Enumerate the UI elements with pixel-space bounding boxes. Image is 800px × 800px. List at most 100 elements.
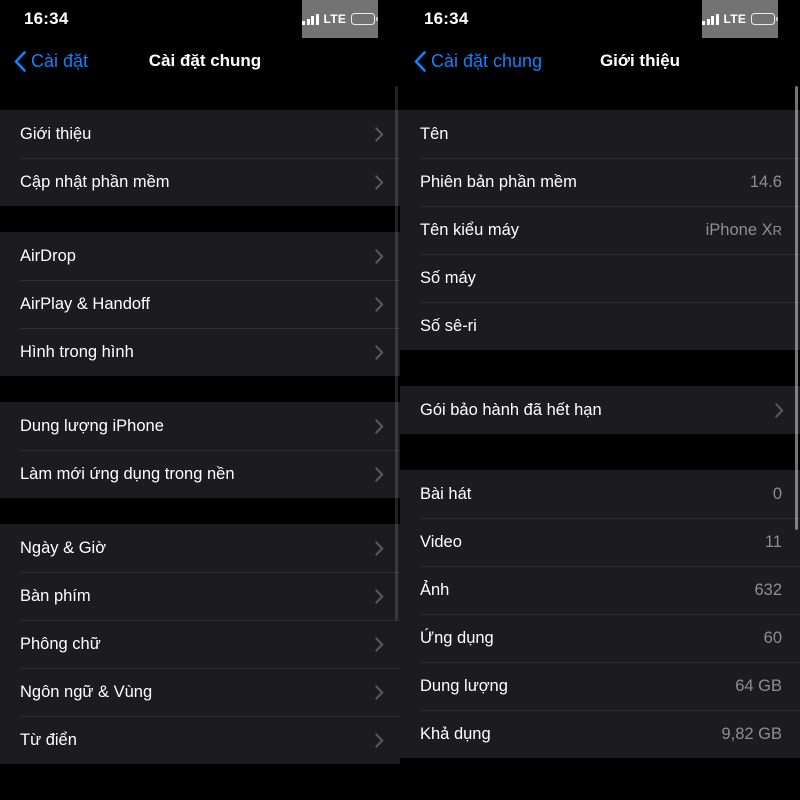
row-goi-bao-hanh-da-het-han[interactable]: Gói bảo hành đã hết hạn bbox=[400, 386, 800, 434]
chevron-right-icon bbox=[375, 540, 384, 556]
row-label: Khả dụng bbox=[420, 724, 491, 743]
row-video[interactable]: Video 11 bbox=[400, 518, 800, 566]
row-hinh-trong-hinh[interactable]: Hình trong hình bbox=[0, 328, 400, 376]
carrier-label: LTE bbox=[723, 12, 747, 26]
row-cap-nhat-phan-mem[interactable]: Cập nhật phần mềm bbox=[0, 158, 400, 206]
row-label: Làm mới ứng dụng trong nền bbox=[20, 464, 235, 483]
row-bai-hat[interactable]: Bài hát 0 bbox=[400, 470, 800, 518]
row-dung-luong[interactable]: Dung lượng 64 GB bbox=[400, 662, 800, 710]
row-label: Dung lượng iPhone bbox=[20, 416, 164, 435]
row-label: Số máy bbox=[420, 268, 476, 287]
section-gap bbox=[400, 84, 800, 110]
section-gap bbox=[0, 376, 400, 402]
battery-icon bbox=[751, 13, 778, 25]
back-button-label: Cài đặt bbox=[31, 50, 89, 71]
scroll-indicator-left[interactable] bbox=[395, 86, 398, 620]
row-ban-phim[interactable]: Bàn phím bbox=[0, 572, 400, 620]
row-value: 0 bbox=[772, 484, 782, 503]
row-label: Ứng dụng bbox=[420, 628, 494, 647]
row-lam-moi-ung-dung-trong-nen[interactable]: Làm mới ứng dụng trong nền bbox=[0, 450, 400, 498]
settings-group: AirDrop AirPlay & Handoff Hình trong hình bbox=[0, 232, 400, 376]
left-phone-screen: 16:34 LTE Cài đặt Cài đặt chung Giới thi… bbox=[0, 0, 400, 800]
chevron-right-icon bbox=[375, 296, 384, 312]
signal-bars-icon bbox=[702, 13, 719, 25]
row-phong-chu[interactable]: Phông chữ bbox=[0, 620, 400, 668]
row-ngon-ngu-vung[interactable]: Ngôn ngữ & Vùng bbox=[0, 668, 400, 716]
row-label: AirPlay & Handoff bbox=[20, 294, 150, 313]
row-so-se-ri[interactable]: Số sê-ri bbox=[400, 302, 800, 350]
row-label: Bàn phím bbox=[20, 586, 91, 605]
settings-group: Tên Phiên bản phần mềm 14.6 Tên kiểu máy iPh… bbox=[400, 110, 800, 350]
row-label: Bài hát bbox=[420, 484, 472, 503]
section-gap bbox=[0, 206, 400, 232]
row-label: Giới thiệu bbox=[20, 124, 92, 143]
chevron-right-icon bbox=[375, 636, 384, 652]
about-list-right: Tên Phiên bản phần mềm 14.6 Tên kiểu máy iPh… bbox=[400, 84, 800, 758]
row-anh[interactable]: Ảnh 632 bbox=[400, 566, 800, 614]
row-label: Ngày & Giờ bbox=[20, 538, 107, 557]
row-label: AirDrop bbox=[20, 246, 76, 265]
row-value: 14.6 bbox=[749, 172, 782, 191]
chevron-left-icon bbox=[414, 50, 426, 72]
status-bar-time: 16:34 bbox=[424, 9, 469, 28]
row-label: Hình trong hình bbox=[20, 342, 134, 361]
row-label: Dung lượng bbox=[420, 676, 508, 695]
status-bar-time: 16:34 bbox=[24, 9, 69, 28]
back-button-general-settings[interactable]: Cài đặt chung bbox=[414, 51, 542, 72]
row-label: Số sê-ri bbox=[420, 316, 477, 335]
row-label: Tên kiểu máy bbox=[420, 220, 520, 239]
row-gioi-thieu[interactable]: Giới thiệu bbox=[0, 110, 400, 158]
settings-group: Giới thiệu Cập nhật phần mềm bbox=[0, 110, 400, 206]
row-label: Cập nhật phần mềm bbox=[20, 172, 170, 191]
chevron-right-icon bbox=[375, 684, 384, 700]
row-label: Tên bbox=[420, 124, 449, 143]
chevron-right-icon bbox=[375, 126, 384, 142]
row-label: Video bbox=[420, 532, 462, 551]
settings-list-left: Giới thiệu Cập nhật phần mềm AirDrop AirPla… bbox=[0, 84, 400, 764]
chevron-right-icon bbox=[375, 344, 384, 360]
row-value: iPhone XR bbox=[705, 220, 782, 239]
row-ten-kieu-may[interactable]: Tên kiểu máy iPhone XR bbox=[400, 206, 800, 254]
settings-group: Bài hát 0 Video 11 Ảnh 632 Ứng dụng 60 Dung lượn… bbox=[400, 470, 800, 758]
back-button-settings[interactable]: Cài đặt bbox=[14, 51, 88, 72]
row-kha-dung[interactable]: Khả dụng 9,82 GB bbox=[400, 710, 800, 758]
signal-bars-icon bbox=[302, 13, 319, 25]
right-phone-screen: 16:34 LTE Cài đặt chung Giới thiệu Tên P… bbox=[400, 0, 800, 800]
chevron-left-icon bbox=[14, 50, 26, 72]
row-ten[interactable]: Tên bbox=[400, 110, 800, 158]
scroll-indicator-right[interactable] bbox=[795, 86, 798, 530]
row-label: Phông chữ bbox=[20, 634, 101, 653]
chevron-right-icon bbox=[375, 466, 384, 482]
settings-group: Dung lượng iPhone Làm mới ứng dụng trong … bbox=[0, 402, 400, 498]
section-gap bbox=[0, 498, 400, 524]
row-ngay-gio[interactable]: Ngày & Giờ bbox=[0, 524, 400, 572]
row-label: Gói bảo hành đã hết hạn bbox=[420, 400, 602, 419]
chevron-right-icon bbox=[375, 732, 384, 748]
row-value: 632 bbox=[754, 580, 782, 599]
row-value: 64 GB bbox=[735, 676, 782, 695]
carrier-label: LTE bbox=[323, 12, 347, 26]
row-value: 11 bbox=[764, 532, 782, 551]
row-ung-dung[interactable]: Ứng dụng 60 bbox=[400, 614, 800, 662]
back-button-label: Cài đặt chung bbox=[431, 50, 543, 71]
settings-group: Gói bảo hành đã hết hạn bbox=[400, 386, 800, 434]
chevron-right-icon bbox=[375, 418, 384, 434]
settings-group: Ngày & Giờ Bàn phím Phông chữ Ngôn ngữ & Vù… bbox=[0, 524, 400, 764]
status-bar-left: 16:34 LTE bbox=[0, 0, 400, 241]
row-phien-ban-phan-mem[interactable]: Phiên bản phần mềm 14.6 bbox=[400, 158, 800, 206]
row-airdrop[interactable]: AirDrop bbox=[0, 232, 400, 280]
row-label: Phiên bản phần mềm bbox=[420, 172, 577, 191]
row-label: Từ điển bbox=[20, 730, 77, 749]
row-dung-luong-iphone[interactable]: Dung lượng iPhone bbox=[0, 402, 400, 450]
chevron-right-icon bbox=[375, 248, 384, 264]
row-airplay-handoff[interactable]: AirPlay & Handoff bbox=[0, 280, 400, 328]
row-tu-dien[interactable]: Từ điển bbox=[0, 716, 400, 764]
row-so-may[interactable]: Số máy bbox=[400, 254, 800, 302]
battery-icon bbox=[351, 13, 378, 25]
section-gap bbox=[400, 350, 800, 386]
section-gap bbox=[0, 84, 400, 110]
section-gap bbox=[400, 434, 800, 470]
row-value: 9,82 GB bbox=[721, 724, 782, 743]
dual-screenshot-container: 16:34 LTE Cài đặt Cài đặt chung Giới thi… bbox=[0, 0, 800, 800]
row-label: Ảnh bbox=[420, 580, 450, 599]
